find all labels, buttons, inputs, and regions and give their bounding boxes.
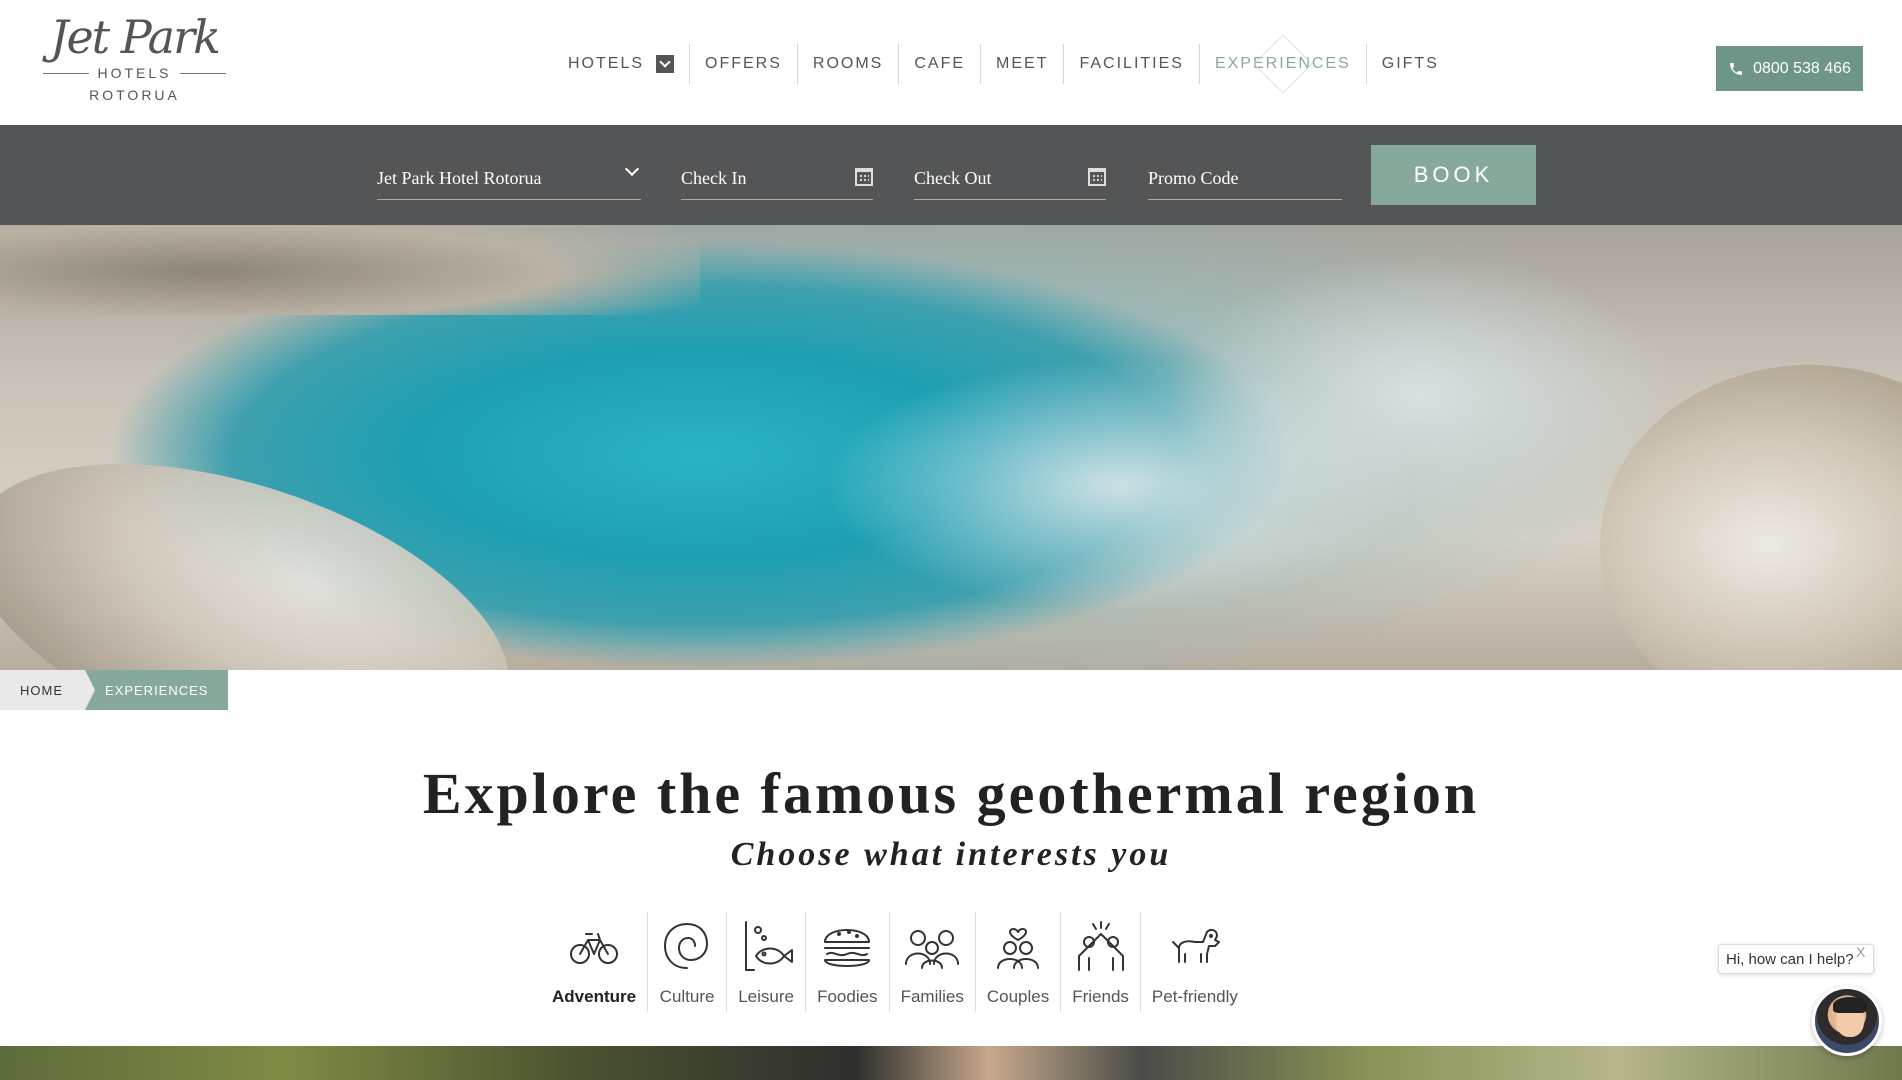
interest-label: Couples bbox=[986, 987, 1050, 1006]
nav-facilities-label: FACILITIES bbox=[1079, 55, 1184, 72]
chat-greeting[interactable]: Hi, how can I help? bbox=[1718, 944, 1874, 974]
promo-code-field[interactable]: Promo Code bbox=[1148, 158, 1342, 200]
hero-rim-right bbox=[1600, 365, 1902, 670]
chat-close-button[interactable]: X bbox=[1856, 944, 1865, 960]
fishing-icon bbox=[745, 921, 794, 971]
site-header: Jet Park HOTELS ROTORUA HOTELS OFFERS RO… bbox=[0, 0, 1902, 125]
nav-experiences[interactable]: EXPERIENCES bbox=[1200, 34, 1367, 94]
breadcrumb-current: EXPERIENCES bbox=[85, 670, 229, 710]
hero-image-geothermal-pool bbox=[0, 225, 1902, 670]
family-icon bbox=[905, 930, 960, 969]
next-section-image bbox=[0, 1046, 1902, 1080]
dog-icon bbox=[1171, 928, 1220, 963]
chat-avatar[interactable] bbox=[1812, 986, 1882, 1056]
logo-rule-left bbox=[43, 72, 90, 74]
page-title: Explore the famous geothermal region bbox=[422, 761, 1480, 826]
couple-icon bbox=[997, 928, 1040, 969]
jet-park-logo[interactable]: Jet Park HOTELS ROTORUA bbox=[42, 10, 227, 115]
logo-script: Jet Park bbox=[50, 10, 221, 64]
interest-friends[interactable]: Friends bbox=[1061, 912, 1141, 1012]
hero-rocks bbox=[0, 225, 700, 315]
interest-label: Pet-friendly bbox=[1151, 987, 1238, 1006]
interest-label: Leisure bbox=[738, 987, 794, 1006]
nav-rooms[interactable]: ROOMS bbox=[798, 44, 900, 84]
phone-icon bbox=[1730, 62, 1743, 75]
interest-label: Adventure bbox=[552, 987, 637, 1006]
interest-label: Culture bbox=[659, 987, 715, 1006]
nav-facilities[interactable]: FACILITIES bbox=[1064, 44, 1200, 84]
check-out-field[interactable]: Check Out bbox=[914, 158, 1106, 200]
book-button[interactable]: BOOK bbox=[1371, 145, 1536, 205]
interest-pet-friendly[interactable]: Pet-friendly bbox=[1141, 912, 1249, 1012]
interest-families[interactable]: Families bbox=[890, 912, 976, 1012]
nav-hotels[interactable]: HOTELS bbox=[553, 44, 691, 84]
logo-city: ROTORUA bbox=[89, 87, 180, 103]
nav-cafe[interactable]: CAFE bbox=[899, 44, 982, 84]
active-diamond-icon bbox=[1253, 34, 1313, 94]
logo-hotels-text: HOTELS bbox=[97, 65, 172, 81]
avatar-hair bbox=[1833, 997, 1867, 1013]
nav-offers-label: OFFERS bbox=[705, 55, 782, 72]
check-in-field[interactable]: Check In bbox=[681, 158, 873, 200]
logo-hotels-row: HOTELS bbox=[42, 65, 227, 81]
interest-filter: Adventure Culture Leisure Foodies Famili… bbox=[541, 912, 1249, 1012]
interest-label: Families bbox=[900, 987, 964, 1006]
interest-label: Foodies bbox=[817, 987, 878, 1006]
interest-label: Friends bbox=[1072, 987, 1129, 1006]
nav-gifts[interactable]: GIFTS bbox=[1367, 44, 1454, 84]
hotel-select-value: Jet Park Hotel Rotorua bbox=[377, 168, 542, 188]
breadcrumb: HOME EXPERIENCES bbox=[0, 670, 229, 710]
interest-culture[interactable]: Culture bbox=[648, 912, 728, 1012]
calendar-icon[interactable] bbox=[855, 168, 873, 186]
koru-icon bbox=[664, 923, 709, 969]
interest-leisure[interactable]: Leisure bbox=[727, 912, 807, 1012]
burger-icon bbox=[824, 929, 871, 967]
hero-rim-left bbox=[0, 404, 547, 670]
nav-cafe-label: CAFE bbox=[914, 55, 966, 72]
chevron-down-icon[interactable] bbox=[656, 55, 675, 73]
friends-icon bbox=[1077, 921, 1124, 971]
interest-foodies[interactable]: Foodies bbox=[806, 912, 890, 1012]
bicycle-icon bbox=[570, 933, 619, 964]
nav-hotels-label: HOTELS bbox=[568, 55, 645, 72]
page-subtitle: Choose what interests you bbox=[730, 836, 1172, 873]
breadcrumb-home[interactable]: HOME bbox=[0, 670, 95, 710]
phone-number: 0800 538 466 bbox=[1753, 59, 1851, 77]
main-nav: HOTELS OFFERS ROOMS CAFE MEET FACILITIES… bbox=[553, 34, 1454, 94]
logo-rule-right bbox=[179, 72, 226, 74]
booking-bar: Jet Park Hotel Rotorua Check In Check Ou… bbox=[0, 125, 1902, 225]
nav-gifts-label: GIFTS bbox=[1381, 55, 1439, 72]
hotel-select[interactable]: Jet Park Hotel Rotorua bbox=[377, 158, 641, 200]
interest-couples[interactable]: Couples bbox=[976, 912, 1062, 1012]
chevron-down-icon bbox=[624, 161, 641, 177]
nav-meet[interactable]: MEET bbox=[981, 44, 1065, 84]
chat-greeting-text: Hi, how can I help? bbox=[1726, 950, 1854, 968]
check-in-placeholder: Check In bbox=[681, 168, 747, 188]
interest-adventure[interactable]: Adventure bbox=[541, 912, 649, 1012]
promo-code-placeholder: Promo Code bbox=[1148, 168, 1239, 188]
calendar-icon[interactable] bbox=[1088, 168, 1106, 186]
nav-offers[interactable]: OFFERS bbox=[690, 44, 798, 84]
check-out-placeholder: Check Out bbox=[914, 168, 992, 188]
nav-rooms-label: ROOMS bbox=[812, 55, 884, 72]
phone-button[interactable]: 0800 538 466 bbox=[1716, 46, 1863, 91]
nav-meet-label: MEET bbox=[996, 55, 1049, 72]
